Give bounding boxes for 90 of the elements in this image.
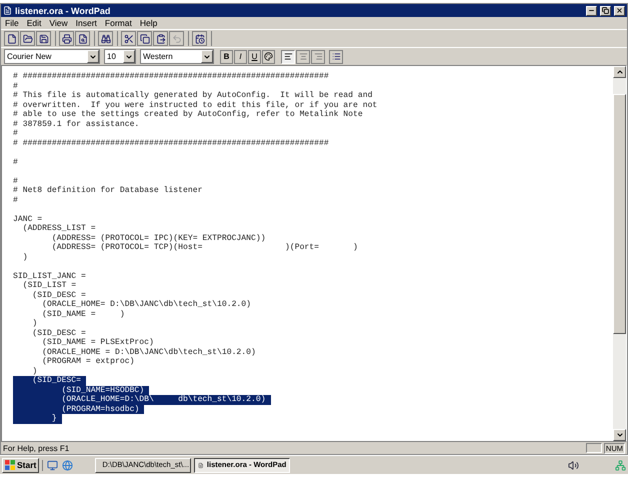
new-file-icon (6, 34, 16, 44)
code-line: # (13, 158, 18, 167)
binoculars-icon (100, 34, 110, 44)
code-line: (SID_DESC = (31, 328, 86, 338)
palette-icon (264, 52, 273, 61)
restore-icon (602, 7, 609, 14)
code-line: # (13, 82, 18, 91)
print-preview-icon (78, 34, 88, 44)
scrollbar[interactable] (613, 66, 626, 441)
font-size-dropdown[interactable]: 10 (104, 49, 136, 64)
open-folder-button[interactable] (20, 31, 35, 46)
paste-button[interactable] (153, 31, 168, 46)
code-line: (SID_LIST = (22, 281, 76, 290)
minimize-icon (588, 7, 595, 14)
code-line: # overwritten. If you were instructed to edit this file, or if you are not (13, 100, 378, 110)
date-time-icon (194, 34, 204, 44)
scissors-button[interactable] (121, 31, 136, 46)
menu-item[interactable]: View (49, 18, 68, 28)
code-line: SID_LIST_JANC = (13, 272, 86, 281)
menu-item[interactable]: Help (140, 18, 158, 28)
new-file-button[interactable] (4, 31, 19, 46)
speaker-icon[interactable] (568, 460, 579, 470)
code-line: (ORACLE_HOME= D:\DB\JANC\db\tech_st\10.2.0) (41, 300, 251, 310)
status-text: For Help, press F1 (3, 442, 70, 454)
code-line: # (13, 129, 18, 138)
save-button[interactable] (36, 31, 51, 46)
undo-icon (172, 34, 182, 44)
close-icon (616, 7, 623, 14)
close-button[interactable] (614, 6, 625, 16)
align-right-icon (314, 52, 322, 61)
code-line: ) (22, 252, 28, 262)
code-line: # ############################################################### (13, 138, 329, 148)
menu-item[interactable]: Insert (76, 18, 97, 28)
code-line: # This file is automatically generated by AutoConfig. It will be read and (13, 91, 372, 100)
code-line: (ORACLE_HOME = D:\DB\JANC\db\tech_st\10.2.0) (41, 348, 256, 357)
code-line: ) (31, 366, 38, 376)
code-line: (PROGRAM = extproc) (41, 357, 134, 366)
code-line: (ADDRESS_LIST = (22, 224, 96, 234)
bullet-list-icon (332, 52, 340, 61)
style-button[interactable]: U (248, 50, 261, 64)
script-dropdown[interactable]: Western (140, 49, 214, 64)
save-icon (38, 34, 48, 44)
start-button[interactable]: Start (2, 458, 40, 472)
code-line: # (13, 176, 18, 186)
print-preview-button[interactable] (75, 31, 90, 46)
code-line: ) (31, 319, 38, 328)
windows-logo-icon (5, 460, 15, 470)
code-line: # ############################################################### (13, 72, 329, 82)
scroll-down-icon[interactable] (616, 431, 624, 439)
print-icon (62, 34, 72, 44)
combo-value: 10 (106, 51, 117, 63)
code-line: (SID_NAME = ) (41, 310, 125, 319)
style-button[interactable]: B (220, 50, 233, 64)
font-dropdown[interactable]: Courier New (4, 49, 100, 64)
code-line: JANC = (13, 214, 42, 224)
align-center-icon (298, 52, 308, 61)
bullets-button[interactable] (329, 50, 343, 64)
restore-button[interactable] (600, 6, 611, 16)
style-button[interactable]: I (234, 50, 247, 64)
open-folder-icon (22, 34, 32, 44)
desktop-icon[interactable] (47, 460, 58, 470)
menu-item[interactable]: Format (104, 18, 132, 28)
code-line: # Net8 definition for Database listener (13, 186, 202, 196)
copy-button[interactable] (137, 31, 152, 46)
copy-icon (140, 34, 150, 44)
code-line: # able to use the settings created by AutoConfig, refer to Metalink Note (13, 110, 363, 120)
code-line: (ADDRESS= (PROTOCOL= TCP)(Host= )(Port= ) (50, 243, 358, 252)
date-time-button[interactable] (192, 31, 207, 46)
scroll-up-icon[interactable] (616, 68, 624, 76)
minimize-button[interactable] (586, 6, 597, 16)
window-title: listener.ora - WordPad (15, 4, 112, 16)
color-button[interactable] (262, 50, 275, 64)
browser-icon[interactable] (62, 460, 74, 470)
document-icon (3, 6, 12, 15)
menu-item[interactable]: File (5, 18, 19, 28)
code-line: (SID_NAME = PLSExtProc) (41, 338, 154, 348)
scissors-icon (124, 34, 134, 44)
code-line: (ADDRESS= (PROTOCOL= IPC)(KEY= EXTPROCJANC)) (50, 234, 266, 243)
align-left-icon (284, 52, 292, 61)
menu-item[interactable]: Edit (26, 18, 42, 28)
paste-icon (156, 34, 166, 44)
code-line: # 387859.1 for assistance. (13, 120, 140, 129)
align-left-button[interactable] (281, 50, 295, 64)
print-button[interactable] (59, 31, 74, 46)
combo-value: Western (142, 51, 174, 63)
binoculars-button[interactable] (98, 31, 113, 46)
combo-value: Courier New (6, 51, 52, 63)
code-line: (SID_DESC = (31, 290, 86, 300)
document-icon (198, 460, 204, 470)
code-line: # (13, 196, 18, 205)
